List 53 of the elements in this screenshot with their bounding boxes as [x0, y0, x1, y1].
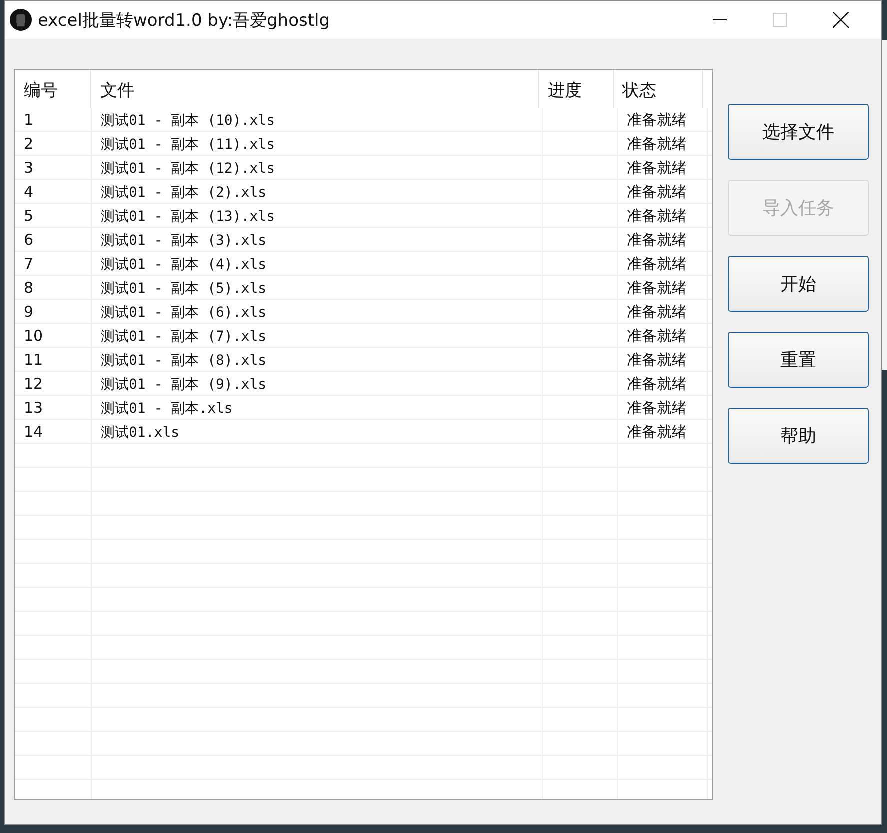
table-cell: 准备就绪 — [627, 423, 687, 441]
table-cell: 测试01 - 副本 (8).xls — [101, 353, 267, 369]
table-cell: 测试01 - 副本 (6).xls — [101, 305, 267, 321]
close-icon[interactable] — [833, 12, 849, 28]
table-cell: 7 — [24, 255, 34, 273]
action-button[interactable]: 选择文件 — [728, 104, 869, 160]
table-cell: 准备就绪 — [627, 207, 687, 225]
table-cell: 准备就绪 — [627, 111, 687, 129]
column-header[interactable]: 编号 — [15, 70, 92, 108]
table-cell: 11 — [24, 351, 44, 369]
table-cell: 10 — [24, 327, 44, 345]
app-icon — [10, 9, 32, 31]
table-cell: 8 — [24, 279, 34, 297]
table-cell: 测试01 - 副本.xls — [101, 401, 233, 417]
column-header[interactable]: 状态 — [614, 70, 703, 108]
table-cell: 12 — [24, 375, 44, 393]
table-cell: 测试01 - 副本 (4).xls — [101, 257, 267, 273]
table-cell: 9 — [24, 303, 34, 321]
table-cell: 1 — [24, 111, 34, 129]
table-cell: 准备就绪 — [627, 255, 687, 273]
table-cell: 3 — [24, 159, 34, 177]
table-cell: 14 — [24, 423, 44, 441]
table-cell: 2 — [24, 135, 34, 153]
table-cell: 准备就绪 — [627, 183, 687, 201]
table-cell: 6 — [24, 231, 34, 249]
table-cell: 测试01 - 副本 (13).xls — [101, 209, 276, 225]
table-cell: 4 — [24, 183, 34, 201]
table-cell: 准备就绪 — [627, 303, 687, 321]
table-cell: 测试01 - 副本 (5).xls — [101, 281, 267, 297]
action-button[interactable]: 帮助 — [728, 408, 869, 464]
table-cell: 准备就绪 — [627, 279, 687, 297]
table-cell: 测试01 - 副本 (7).xls — [101, 329, 267, 345]
table-cell: 准备就绪 — [627, 351, 687, 369]
action-button[interactable]: 重置 — [728, 332, 869, 388]
table-cell: 测试01 - 副本 (12).xls — [101, 161, 276, 177]
table-cell: 测试01.xls — [101, 425, 180, 441]
column-header[interactable]: 进度 — [539, 70, 614, 108]
window-title: excel批量转word1.0 by:吾爱ghostlg — [38, 10, 330, 32]
table-cell: 测试01 - 副本 (2).xls — [101, 185, 267, 201]
table-cell: 准备就绪 — [627, 375, 687, 393]
table-cell: 测试01 - 副本 (10).xls — [101, 113, 276, 129]
table-cell: 准备就绪 — [627, 159, 687, 177]
table-cell: 13 — [24, 399, 44, 417]
table-cell: 测试01 - 副本 (3).xls — [101, 233, 267, 249]
table-cell: 测试01 - 副本 (11).xls — [101, 137, 276, 153]
table-cell: 准备就绪 — [627, 399, 687, 417]
action-button[interactable]: 开始 — [728, 256, 869, 312]
table-cell: 准备就绪 — [627, 327, 687, 345]
table-cell: 5 — [24, 207, 34, 225]
table-cell: 准备就绪 — [627, 135, 687, 153]
table-cell: 测试01 - 副本 (9).xls — [101, 377, 267, 393]
table-cell: 准备就绪 — [627, 231, 687, 249]
column-header[interactable]: 文件 — [91, 70, 540, 108]
